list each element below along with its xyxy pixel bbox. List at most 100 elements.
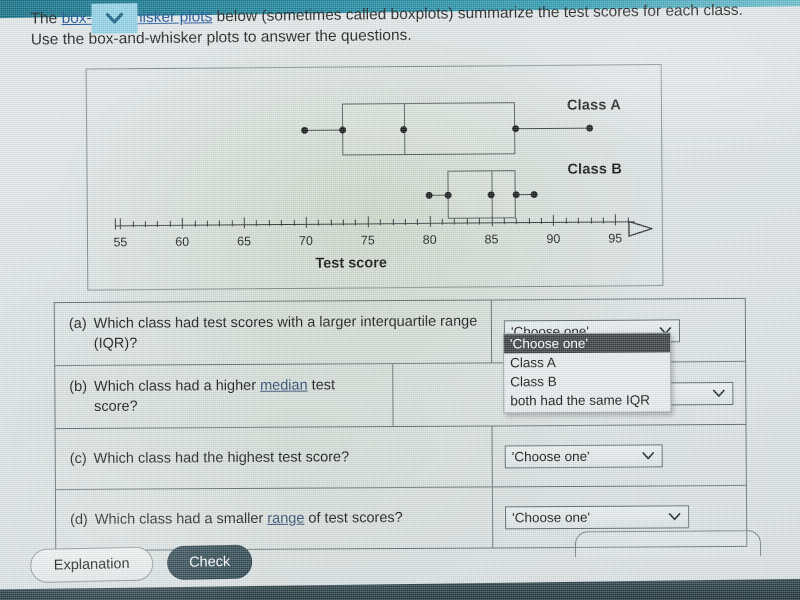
axis-tick-minor xyxy=(132,221,134,228)
series-label-class-b: Class B xyxy=(567,161,623,178)
dropdown-option[interactable]: Class A xyxy=(504,352,670,372)
axis-tick-minor xyxy=(627,217,629,224)
axis-tick-minor xyxy=(528,218,530,225)
axis-tick-minor xyxy=(256,220,258,227)
axis-tick-minor xyxy=(503,218,505,225)
dropdown-option[interactable]: both had the same IQR xyxy=(504,390,670,410)
question-text-c: Which class had the highest test score? xyxy=(93,449,350,467)
axis-tick-major xyxy=(367,216,369,228)
boxplot-chart-panel: 55 60 65 70 75 80 85 90 95 Test score Class A Class… xyxy=(85,64,664,291)
axis-tick-minor xyxy=(478,218,481,225)
axis-tick-minor xyxy=(441,218,443,225)
axis-tick-major xyxy=(615,214,617,226)
marker-dot-max xyxy=(530,190,538,198)
axis-tick-minor xyxy=(169,220,171,227)
marker-dot-max xyxy=(586,124,594,132)
answer-cell-c: 'Choose one' xyxy=(493,425,746,487)
axis-tick-minor xyxy=(144,221,146,228)
question-label-b: (b) xyxy=(69,378,88,396)
axis-tick-label: 65 xyxy=(237,234,252,249)
axis-tick-label: 95 xyxy=(608,231,623,246)
question-prompt: The box-and-whisker plots below (sometim… xyxy=(30,0,770,50)
answer-select-d[interactable]: 'Choose one' xyxy=(505,504,690,529)
marker-dot-q3 xyxy=(511,124,519,132)
question-label-a: (a) xyxy=(68,315,87,333)
axis-tick-label: 55 xyxy=(113,235,128,250)
axis-tick-minor xyxy=(565,217,567,224)
axis-tick-label: 70 xyxy=(298,233,313,248)
question-cell-d: (d) Which class had a smaller range of t… xyxy=(55,487,494,551)
question-text-d: Which class had a smaller range of test … xyxy=(94,509,403,528)
marker-dot-q1 xyxy=(338,126,346,134)
axis-tick-minor xyxy=(268,220,270,227)
prompt-line1-suffix: below (sometimes called boxplots) summar… xyxy=(212,1,744,26)
axis-tick-minor xyxy=(281,220,283,227)
axis-tick-minor xyxy=(293,219,295,226)
axis-tick-label: 85 xyxy=(484,232,499,247)
whisker-left xyxy=(305,129,343,131)
whisker-right xyxy=(515,127,590,130)
axis-tick-minor xyxy=(577,217,579,224)
table-row: (a) Which class had test scores with a l… xyxy=(54,298,746,414)
marker-dot-min xyxy=(301,126,309,134)
axis-tick-minor xyxy=(590,217,592,224)
explanation-button[interactable]: Explanation xyxy=(29,546,154,584)
chevron-down-icon xyxy=(666,512,682,521)
dropdown-option[interactable]: 'Choose one' xyxy=(503,333,671,354)
axis-tick-minor xyxy=(330,219,332,226)
axis-tick-label: 90 xyxy=(546,231,561,246)
axis-tick-minor xyxy=(392,219,394,226)
median-glossary-link[interactable]: median xyxy=(260,378,308,394)
series-label-class-a: Class A xyxy=(566,97,622,114)
table-row: (c) Which class had the highest test sco… xyxy=(55,424,746,491)
axis-tick-major xyxy=(120,218,122,230)
questions-table: (a) Which class had test scores with a l… xyxy=(53,297,748,552)
axis-tick-minor xyxy=(602,217,604,224)
question-cell-b: (b) Which class had a higher median test… xyxy=(55,364,394,429)
page-content: The box-and-whisker plots below (sometim… xyxy=(0,0,800,600)
axis-tick-minor xyxy=(206,220,208,227)
axis-tick-label: 75 xyxy=(360,233,375,248)
chevron-down-icon xyxy=(640,451,656,460)
photographed-screen: The box-and-whisker plots below (sometim… xyxy=(0,0,800,600)
axis-tick-minor xyxy=(318,219,320,226)
axis-tick-minor xyxy=(466,218,468,225)
prompt-line1-prefix: The xyxy=(30,10,62,28)
axis-tick-minor xyxy=(355,219,357,226)
question-text-a: Which class had test scores with a large… xyxy=(93,313,478,352)
box-iqr xyxy=(341,102,516,156)
axis-tick-label: 80 xyxy=(422,232,437,247)
question-label-d: (d) xyxy=(70,511,88,529)
axis-tick-minor xyxy=(540,217,542,224)
marker-dot-q3 xyxy=(512,190,520,198)
answer-select-c-value: 'Choose one' xyxy=(511,448,590,464)
marker-dot-min xyxy=(425,191,433,199)
box-iqr xyxy=(447,170,517,219)
x-axis-line xyxy=(115,221,635,227)
axis-tick-minor xyxy=(404,219,406,226)
axis-tick-major xyxy=(182,217,184,229)
axis-tick-minor xyxy=(417,218,419,225)
answer-cell-a: 'Choose one' 'Choose one' Class A Class … xyxy=(492,299,745,414)
boxplot-chart: 55 60 65 70 75 80 85 90 95 Test score Class A Class… xyxy=(87,65,663,290)
axis-tick-major xyxy=(243,217,245,229)
axis-tick-minor xyxy=(231,220,233,227)
chevron-down-icon xyxy=(710,389,726,398)
dropdown-option[interactable]: Class B xyxy=(504,371,670,391)
question-text-b: Which class had a higher median test sco… xyxy=(93,377,336,415)
answer-select-c[interactable]: 'Choose one' xyxy=(504,443,663,468)
answer-dropdown-list-a[interactable]: 'Choose one' Class A Class B both had th… xyxy=(502,332,672,414)
range-glossary-link[interactable]: range xyxy=(267,511,304,527)
axis-tick-minor xyxy=(380,219,382,226)
axis-tick-major xyxy=(305,216,307,228)
definition-popup-chip[interactable] xyxy=(91,3,138,34)
axis-tick-major xyxy=(429,215,431,227)
axis-title-test-score: Test score xyxy=(315,255,387,272)
axis-tick-minor xyxy=(454,218,456,225)
cutoff-button-below-table[interactable] xyxy=(574,530,762,558)
chevron-down-icon xyxy=(104,11,124,25)
check-button[interactable]: Check xyxy=(166,544,253,581)
question-cell-c: (c) Which class had the highest test sco… xyxy=(55,426,493,490)
axis-tick-major xyxy=(115,218,117,230)
marker-dot-median xyxy=(487,190,495,198)
